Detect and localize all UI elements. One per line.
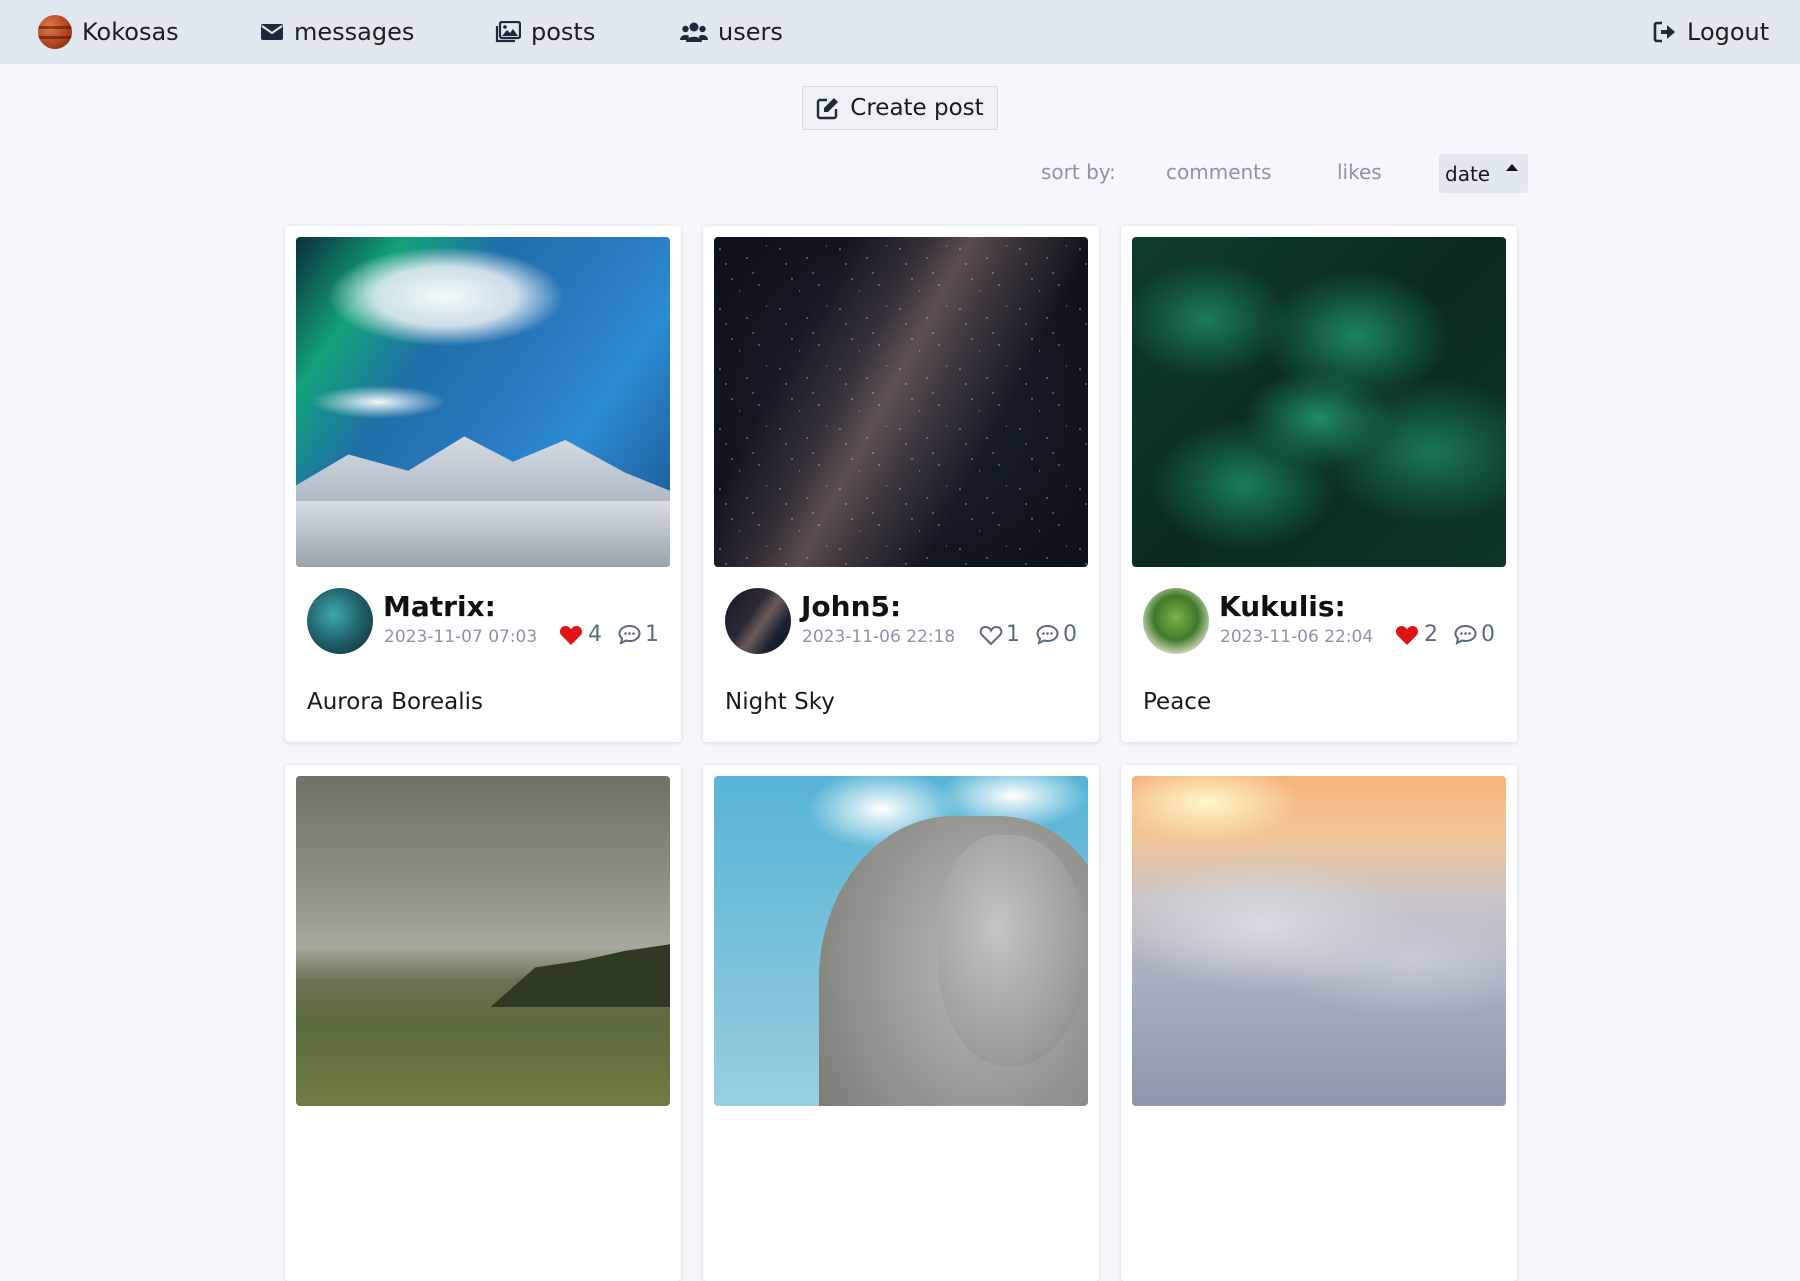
comments-button[interactable]: 0 [1036,622,1077,647]
heart-filled-icon [1395,625,1419,645]
post-caption: Aurora Borealis [307,689,484,715]
logout-icon [1653,21,1675,43]
comment-count: 0 [1481,622,1495,647]
post-image[interactable] [296,776,670,1106]
post-date: 2023-11-06 22:04 [1220,627,1374,647]
envelope-icon [261,24,283,40]
sort-comments-option[interactable]: comments [1166,160,1271,184]
comments-button[interactable]: 1 [618,622,659,647]
nav-brand[interactable]: Kokosas [38,0,179,64]
create-post-label: Create post [850,95,984,121]
image-detail [490,944,670,1007]
post-stats: 2 0 [1395,622,1495,647]
heart-outline-icon [979,625,1003,645]
avatar[interactable] [307,588,373,654]
post-image[interactable] [1132,776,1506,1106]
post-image[interactable] [1132,237,1506,567]
edit-icon [817,98,839,120]
like-count: 4 [588,622,602,647]
post-caption: Night Sky [725,689,835,715]
like-button[interactable]: 2 [1395,622,1438,647]
post-card[interactable]: Matrix: 2023-11-07 07:03 4 1 Aurora Bore… [285,226,681,742]
image-detail [296,501,670,567]
sort-by-label: sort by: [1041,160,1116,184]
post-image[interactable] [714,776,1088,1106]
comment-icon [1454,624,1477,645]
post-stats: 4 1 [559,622,659,647]
post-date: 2023-11-06 22:18 [802,627,956,647]
post-caption: Peace [1143,689,1212,715]
post-card[interactable] [1121,765,1517,1281]
nav-users[interactable]: users [680,0,783,64]
post-image[interactable] [714,237,1088,567]
like-button[interactable]: 1 [979,622,1020,647]
top-navbar: Kokosas messages posts users Logout [0,0,1800,64]
like-count: 2 [1424,622,1438,647]
post-stats: 1 0 [979,622,1077,647]
sort-date-label: date [1445,161,1491,186]
nav-messages[interactable]: messages [260,0,414,64]
post-date: 2023-11-07 07:03 [384,627,538,647]
post-author[interactable]: John5: [801,590,901,623]
caret-up-icon [1506,164,1518,171]
nav-brand-label: Kokosas [82,18,179,46]
post-image[interactable] [296,237,670,567]
sort-date-option[interactable]: date [1439,154,1528,193]
post-card[interactable]: John5: 2023-11-06 22:18 1 0 Night Sky [703,226,1099,742]
post-author[interactable]: Kukulis: [1219,590,1346,623]
nav-messages-label: messages [294,18,415,46]
comment-icon [1036,624,1059,645]
avatar[interactable] [1143,588,1209,654]
create-post-button[interactable]: Create post [802,86,998,130]
avatar[interactable] [725,588,791,654]
brand-avatar-icon [38,15,72,49]
nav-posts-label: posts [531,18,596,46]
like-button[interactable]: 4 [559,622,602,647]
users-icon [680,22,708,42]
nav-posts[interactable]: posts [495,0,595,64]
like-count: 1 [1006,622,1020,647]
nav-users-label: users [718,18,783,46]
post-card[interactable]: Kukulis: 2023-11-06 22:04 2 0 Peace [1121,226,1517,742]
comment-count: 1 [645,622,659,647]
post-author[interactable]: Matrix: [383,590,496,623]
image-detail [714,237,1088,567]
post-card[interactable] [703,765,1099,1281]
comments-button[interactable]: 0 [1454,622,1495,647]
image-detail [938,835,1088,1067]
post-card[interactable] [285,765,681,1281]
images-icon [495,21,521,43]
sort-likes-option[interactable]: likes [1337,160,1382,184]
comment-icon [618,624,641,645]
logout-label: Logout [1687,18,1770,46]
heart-filled-icon [559,625,583,645]
logout-button[interactable]: Logout [1653,0,1769,64]
comment-count: 0 [1063,622,1077,647]
